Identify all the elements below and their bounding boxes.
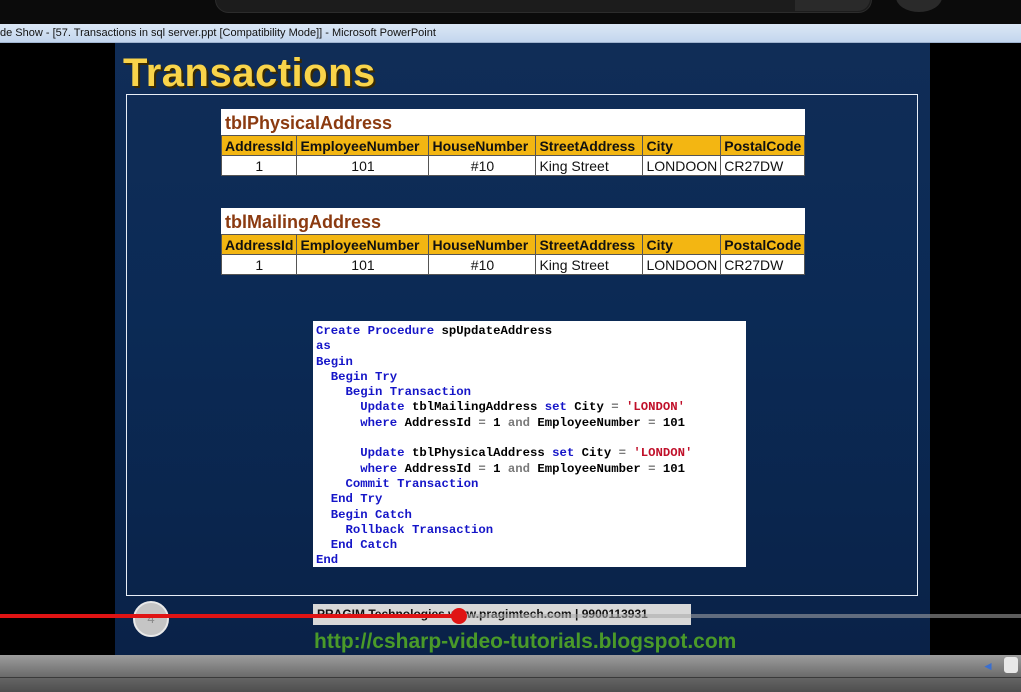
player-controls: ◄ bbox=[0, 655, 1021, 692]
table-cell: LONDOON bbox=[642, 155, 722, 176]
code-token: tblMailingAddress bbox=[404, 400, 545, 415]
table-cell: CR27DW bbox=[720, 254, 806, 275]
code-token: AddressId bbox=[397, 461, 479, 476]
code-token: as bbox=[316, 339, 331, 354]
column-header: PostalCode bbox=[720, 135, 806, 156]
code-token: Update bbox=[360, 400, 405, 415]
code-token: 'LONDON' bbox=[618, 400, 686, 415]
table-physical-address: tblPhysicalAddress AddressId EmployeeNum… bbox=[220, 109, 806, 176]
code-token: = bbox=[618, 446, 626, 461]
slide: Transactions tblPhysicalAddress AddressI… bbox=[115, 43, 930, 655]
code-token: set bbox=[544, 400, 567, 415]
code-token: Begin Catch bbox=[330, 507, 412, 522]
table-cell: 1 bbox=[220, 254, 298, 275]
search-box[interactable] bbox=[215, 0, 872, 13]
code-token: = bbox=[648, 415, 656, 430]
code-token: Rollback Transaction bbox=[345, 522, 494, 537]
code-token: = bbox=[478, 415, 486, 430]
corner-icon[interactable] bbox=[1004, 657, 1018, 673]
code-token: Create Procedure bbox=[316, 324, 435, 338]
code-token: spUpdateAddress bbox=[434, 324, 553, 338]
table-cell: King Street bbox=[535, 155, 644, 176]
table-cell: 101 bbox=[296, 254, 430, 275]
table-mailing-address: tblMailingAddress AddressId EmployeeNumb… bbox=[220, 208, 806, 275]
back-arrow-icon[interactable]: ◄ bbox=[982, 659, 994, 673]
column-header: HouseNumber bbox=[428, 234, 537, 255]
code-token: and bbox=[507, 461, 531, 476]
code-token: End Try bbox=[330, 492, 383, 507]
column-header: PostalCode bbox=[720, 234, 806, 255]
code-token: tblPhysicalAddress bbox=[404, 446, 553, 461]
code-token: End Catch bbox=[330, 538, 398, 553]
code-token: where bbox=[360, 461, 398, 476]
blog-url[interactable]: http://csharp-video-tutorials.blogspot.c… bbox=[314, 630, 736, 654]
code-token: 101 bbox=[655, 415, 686, 430]
mic-button[interactable] bbox=[896, 0, 942, 12]
code-token: Commit Transaction bbox=[345, 476, 479, 491]
code-token: Begin Try bbox=[330, 369, 398, 384]
code-token: = bbox=[478, 461, 486, 476]
code-token: AddressId bbox=[397, 415, 479, 430]
progress-fill bbox=[0, 614, 460, 618]
table-cell: King Street bbox=[535, 254, 644, 275]
sql-code-block: Create Procedure spUpdateAddress as Begi… bbox=[313, 321, 746, 567]
table-row: 1 101 #10 King Street LONDOON CR27DW bbox=[220, 254, 806, 275]
code-token: EmployeeNumber bbox=[530, 461, 649, 476]
column-header: StreetAddress bbox=[535, 135, 644, 156]
table-header-row: AddressId EmployeeNumber HouseNumber Str… bbox=[220, 135, 806, 156]
column-header: HouseNumber bbox=[428, 135, 537, 156]
code-token: Update bbox=[360, 446, 405, 461]
code-token: and bbox=[507, 415, 531, 430]
browser-top-bar bbox=[0, 0, 1021, 24]
table-name: tblMailingAddress bbox=[225, 212, 382, 232]
table-cell: 101 bbox=[296, 155, 430, 176]
code-token: = bbox=[611, 400, 619, 415]
code-token: 1 bbox=[485, 461, 508, 476]
column-header: EmployeeNumber bbox=[296, 135, 430, 156]
code-token: 101 bbox=[655, 461, 686, 476]
column-header: City bbox=[642, 234, 722, 255]
table-header-row: AddressId EmployeeNumber HouseNumber Str… bbox=[220, 234, 806, 255]
column-header: City bbox=[642, 135, 722, 156]
code-token: Begin Transaction bbox=[345, 385, 471, 400]
code-token: City bbox=[574, 446, 619, 461]
control-strip: ◄ bbox=[0, 655, 1021, 678]
code-token: City bbox=[566, 400, 612, 415]
table-cell: #10 bbox=[428, 155, 537, 176]
code-token: set bbox=[552, 446, 575, 461]
code-token: Begin bbox=[316, 354, 353, 369]
code-token: End bbox=[316, 553, 339, 568]
window-title: de Show - [57. Transactions in sql serve… bbox=[0, 24, 1021, 43]
search-button[interactable] bbox=[795, 0, 870, 11]
code-token: = bbox=[648, 461, 656, 476]
table-cell: 1 bbox=[220, 155, 298, 176]
video-progress-bar[interactable] bbox=[0, 608, 1021, 624]
code-token: 'LONDON' bbox=[625, 446, 693, 461]
code-token: where bbox=[360, 415, 398, 430]
column-header: AddressId bbox=[220, 234, 298, 255]
table-cell: #10 bbox=[428, 254, 537, 275]
column-header: StreetAddress bbox=[535, 234, 644, 255]
table-row: 1 101 #10 King Street LONDOON CR27DW bbox=[220, 155, 806, 176]
code-token: EmployeeNumber bbox=[530, 415, 649, 430]
slide-number: 4 bbox=[133, 601, 169, 637]
slide-title: Transactions bbox=[123, 51, 376, 95]
column-header: AddressId bbox=[220, 135, 298, 156]
table-cell: LONDOON bbox=[642, 254, 722, 275]
code-token: 1 bbox=[485, 415, 508, 430]
table-name: tblPhysicalAddress bbox=[225, 113, 393, 133]
table-cell: CR27DW bbox=[720, 155, 806, 176]
column-header: EmployeeNumber bbox=[296, 234, 430, 255]
